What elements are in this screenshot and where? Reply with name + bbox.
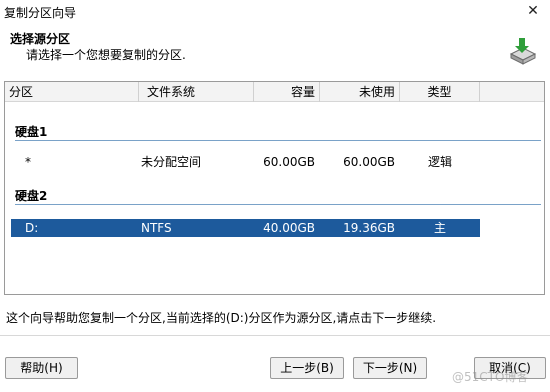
wizard-header: 选择源分区 请选择一个您想要复制的分区. [0, 24, 550, 72]
cell-type: 主 [433, 221, 446, 235]
window-title: 复制分区向导 [4, 6, 77, 20]
header-subtitle: 请选择一个您想要复制的分区. [26, 48, 186, 62]
disk-copy-icon [509, 38, 537, 65]
column-capacity[interactable]: 容量 [254, 82, 320, 102]
group-disk2-label: 硬盘2 [15, 189, 48, 203]
next-button[interactable]: 下一步(N) [353, 357, 427, 379]
column-partition[interactable]: 分区 [5, 82, 139, 102]
table-row-selected[interactable]: D: NTFS 40.00GB 19.36GB 主 [11, 219, 480, 237]
cell-filesystem: NTFS [141, 221, 172, 235]
column-filesystem[interactable]: 文件系统 [139, 82, 254, 102]
cell-capacity: 40.00GB [263, 221, 315, 235]
footer-divider [0, 335, 550, 336]
close-icon[interactable]: ✕ [524, 2, 542, 20]
prev-button[interactable]: 上一步(B) [270, 357, 344, 379]
cell-partition: D: [25, 221, 39, 235]
table-row[interactable]: * 未分配空间 60.00GB 60.00GB 逻辑 [11, 153, 480, 171]
cell-partition: * [25, 155, 31, 169]
group-divider [15, 204, 541, 205]
help-button[interactable]: 帮助(H) [5, 357, 78, 379]
description-text: 这个向导帮助您复制一个分区,当前选择的(D:)分区作为源分区,请点击下一步继续. [6, 311, 437, 325]
group-disk1-label: 硬盘1 [15, 125, 48, 139]
header-title: 选择源分区 [10, 32, 71, 46]
cell-type: 逻辑 [427, 155, 452, 169]
cell-unused: 19.36GB [343, 221, 395, 235]
title-bar: 复制分区向导 ✕ [0, 0, 550, 24]
column-unused[interactable]: 未使用 [320, 82, 400, 102]
partition-list[interactable]: 分区 文件系统 容量 未使用 类型 硬盘1 * 未分配空间 60.00GB 60… [4, 81, 545, 295]
column-type[interactable]: 类型 [400, 82, 480, 102]
cell-capacity: 60.00GB [263, 155, 315, 169]
list-header: 分区 文件系统 容量 未使用 类型 [5, 82, 544, 102]
watermark: @51CTO博客 [452, 370, 529, 384]
cell-filesystem: 未分配空间 [141, 155, 202, 169]
group-divider [15, 140, 541, 141]
cell-unused: 60.00GB [343, 155, 395, 169]
